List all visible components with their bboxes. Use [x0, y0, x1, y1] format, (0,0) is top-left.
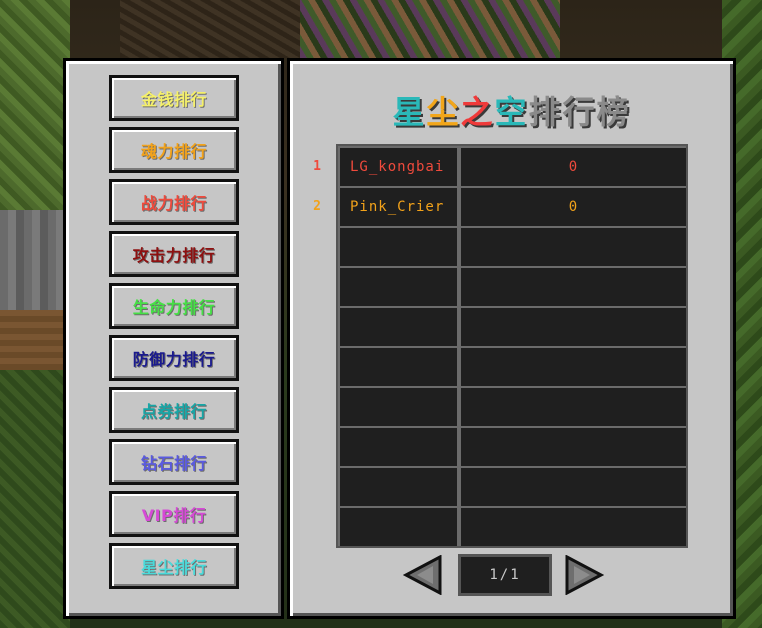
player-score-cell: 0	[461, 188, 686, 226]
attack-ranking-button[interactable]: 攻击力排行	[109, 231, 239, 277]
table-row	[340, 228, 686, 266]
defense-ranking-button[interactable]: 防御力排行	[109, 335, 239, 381]
button-label: 钻石排行	[140, 454, 207, 473]
world-block	[300, 0, 560, 58]
player-score-cell	[461, 468, 686, 506]
health-ranking-button[interactable]: 生命力排行	[109, 283, 239, 329]
player-score-cell	[461, 228, 686, 266]
table-row	[340, 268, 686, 306]
page-indicator-text: 1/1	[489, 567, 521, 583]
triangle-right-icon	[565, 555, 604, 595]
button-label: 金钱排行	[140, 90, 207, 109]
leaderboard-title: 星尘之空排行榜	[290, 87, 733, 133]
soul-power-ranking-button[interactable]: 魂力排行	[109, 127, 239, 173]
button-label: 攻击力排行	[132, 246, 216, 265]
player-score-cell	[461, 508, 686, 546]
combat-power-ranking-button[interactable]: 战力排行	[109, 179, 239, 225]
title-char: 尘	[426, 93, 461, 131]
table-row: LG_kongbai 0	[340, 148, 686, 186]
button-label: VIP排行	[141, 506, 207, 525]
button-label: 点券排行	[140, 402, 207, 421]
player-name-cell	[340, 468, 457, 506]
table-row: Pink_Crier 0	[340, 188, 686, 226]
button-label: 防御力排行	[132, 350, 216, 369]
table-row	[340, 508, 686, 546]
rank-number: 2	[313, 199, 321, 214]
player-score-cell	[461, 268, 686, 306]
button-label: 魂力排行	[140, 142, 207, 161]
player-name-cell	[340, 268, 457, 306]
player-name-cell: Pink_Crier	[340, 188, 457, 226]
player-name-cell	[340, 428, 457, 466]
ranking-category-panel: 金钱排行 魂力排行 战力排行 攻击力排行 生命力排行 防御力排行 点券排行 钻石…	[63, 58, 284, 619]
rank-number: 1	[313, 159, 321, 174]
world-block	[0, 370, 70, 628]
player-name-cell	[340, 388, 457, 426]
triangle-left-icon	[403, 555, 442, 595]
stardust-ranking-button[interactable]: 星尘排行	[109, 543, 239, 589]
leaderboard-panel: 星尘之空排行榜 1 2 LG_kongbai 0 Pink_Crier 0 1/1	[287, 58, 736, 619]
player-score-cell	[461, 308, 686, 346]
player-score-cell	[461, 428, 686, 466]
world-block	[0, 210, 70, 310]
table-row	[340, 468, 686, 506]
leaderboard-table: LG_kongbai 0 Pink_Crier 0	[336, 144, 688, 548]
table-row	[340, 308, 686, 346]
vip-ranking-button[interactable]: VIP排行	[109, 491, 239, 537]
player-score-cell: 0	[461, 148, 686, 186]
table-row	[340, 388, 686, 426]
money-ranking-button[interactable]: 金钱排行	[109, 75, 239, 121]
world-block	[0, 310, 70, 370]
title-char: 之	[460, 93, 495, 131]
button-label: 战力排行	[140, 194, 207, 213]
player-name-cell	[340, 348, 457, 386]
diamond-ranking-button[interactable]: 钻石排行	[109, 439, 239, 485]
title-char: 星	[392, 93, 427, 131]
table-row	[340, 348, 686, 386]
player-name-cell: LG_kongbai	[340, 148, 457, 186]
next-page-button[interactable]	[564, 555, 604, 595]
table-row	[340, 428, 686, 466]
page-indicator: 1/1	[458, 554, 552, 596]
world-block	[120, 0, 300, 58]
button-label: 生命力排行	[132, 298, 216, 317]
points-ranking-button[interactable]: 点券排行	[109, 387, 239, 433]
title-char: 空	[494, 93, 529, 131]
button-label: 星尘排行	[140, 558, 207, 577]
player-name-cell	[340, 508, 457, 546]
player-score-cell	[461, 388, 686, 426]
previous-page-button[interactable]	[403, 555, 443, 595]
player-score-cell	[461, 348, 686, 386]
player-name-cell	[340, 308, 457, 346]
title-suffix: 排行榜	[528, 93, 631, 131]
player-name-cell	[340, 228, 457, 266]
